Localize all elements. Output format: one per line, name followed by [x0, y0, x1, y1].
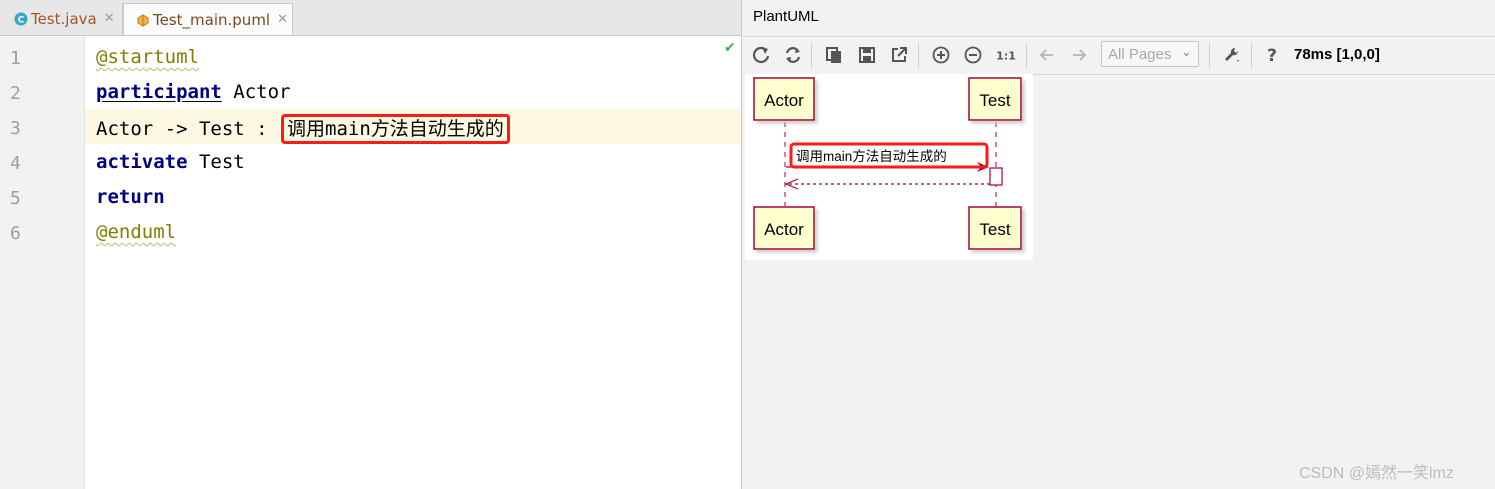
tab-label: Test.java: [31, 9, 97, 28]
participant-test-bottom: Test: [968, 206, 1022, 250]
participant-label: Actor: [764, 91, 804, 110]
code-text: Test: [187, 151, 245, 173]
tab-test-java[interactable]: C Test.java ✕: [2, 3, 123, 34]
sequence-diagram: Actor Test 调用main方法自动生成的 Actor Test: [745, 74, 1033, 260]
save-icon[interactable]: [855, 43, 879, 67]
highlighted-message-text: 调用main方法自动生成的: [281, 114, 510, 144]
toolbar-separator: [918, 43, 919, 68]
zoom-out-icon[interactable]: [961, 43, 985, 67]
close-icon[interactable]: ✕: [277, 12, 288, 27]
code-keyword: return: [96, 186, 165, 208]
puml-file-icon: [136, 13, 150, 27]
page-select-dropdown[interactable]: All Pages ⌄: [1101, 41, 1199, 67]
plantuml-preview-pane: PlantUML 1:1 All Pages ⌄ ? 78ms [1,0,0] …: [743, 0, 1495, 489]
svg-text:C: C: [18, 15, 25, 25]
inspection-ok-icon[interactable]: ✔: [724, 40, 736, 56]
svg-text:?: ?: [1267, 46, 1277, 65]
code-line-6[interactable]: @enduml: [96, 221, 176, 243]
help-icon[interactable]: ?: [1260, 43, 1284, 67]
toolbar-separator: [1251, 43, 1252, 68]
code-line-1[interactable]: @startuml: [96, 46, 199, 68]
plantuml-title: PlantUML: [753, 8, 819, 25]
plantuml-toolbar: 1:1 All Pages ⌄ ? 78ms [1,0,0]: [743, 36, 1495, 75]
participant-actor-top: Actor: [753, 77, 815, 121]
line-number: 2: [10, 83, 21, 104]
line-number: 5: [10, 188, 21, 209]
participant-label: Actor: [764, 220, 804, 239]
code-line-3[interactable]: Actor -> Test : 调用main方法自动生成的: [96, 114, 510, 144]
line-number: 4: [10, 153, 21, 174]
refresh-icon[interactable]: [749, 43, 773, 67]
toolbar-separator: [1209, 43, 1210, 68]
copy-icon[interactable]: [822, 43, 846, 67]
render-timing: 78ms [1,0,0]: [1294, 46, 1380, 63]
line-number: 1: [10, 48, 21, 69]
line-number-gutter: 1 2 3 4 5 6: [0, 36, 85, 489]
activation-bar: [989, 167, 1003, 186]
chevron-down-icon: ⌄: [1181, 44, 1192, 59]
code-keyword: participant: [96, 81, 222, 103]
participant-label: Test: [979, 91, 1010, 110]
svg-text:1:1: 1:1: [996, 50, 1016, 63]
code-text: Actor: [221, 81, 291, 103]
watermark: CSDN @嫣然一笑lmz: [1299, 465, 1454, 482]
close-icon[interactable]: ✕: [104, 11, 115, 26]
toolbar-separator: [1026, 43, 1027, 68]
line-number: 3: [10, 118, 21, 139]
actual-size-icon[interactable]: 1:1: [994, 43, 1018, 67]
code-editor-pane: C Test.java ✕ Test_main.puml ✕ 1 2 3 4 5…: [0, 0, 742, 489]
previous-page-icon[interactable]: [1035, 43, 1059, 67]
code-line-4[interactable]: activate Test: [96, 151, 245, 173]
java-class-icon: C: [14, 12, 28, 26]
next-page-icon[interactable]: [1067, 43, 1091, 67]
settings-wrench-icon[interactable]: [1220, 43, 1244, 67]
code-annotation: @startuml: [96, 46, 199, 68]
auto-refresh-icon[interactable]: [781, 43, 805, 67]
sequence-diagram-svg: Actor Test 调用main方法自动生成的 Actor Test: [753, 77, 1022, 250]
message-label: 调用main方法自动生成的: [796, 149, 947, 164]
code-line-5[interactable]: return: [96, 186, 165, 208]
tab-test-main-puml[interactable]: Test_main.puml ✕: [123, 3, 293, 35]
participant-actor-bottom: Actor: [753, 206, 815, 250]
code-keyword: activate: [96, 151, 188, 173]
participant-label: Test: [979, 220, 1010, 239]
zoom-in-icon[interactable]: [929, 43, 953, 67]
code-line-2[interactable]: participant Actor: [96, 81, 290, 103]
code-annotation: @enduml: [96, 221, 177, 243]
toolbar-separator: [811, 43, 812, 68]
line-number: 6: [10, 223, 21, 244]
tab-label: Test_main.puml: [153, 10, 271, 29]
editor-tab-bar: C Test.java ✕ Test_main.puml ✕: [0, 0, 741, 36]
code-text: Actor -> Test :: [96, 118, 280, 140]
participant-test-top: Test: [968, 77, 1022, 121]
open-external-icon[interactable]: [887, 43, 911, 67]
page-select-value: All Pages: [1108, 45, 1172, 63]
